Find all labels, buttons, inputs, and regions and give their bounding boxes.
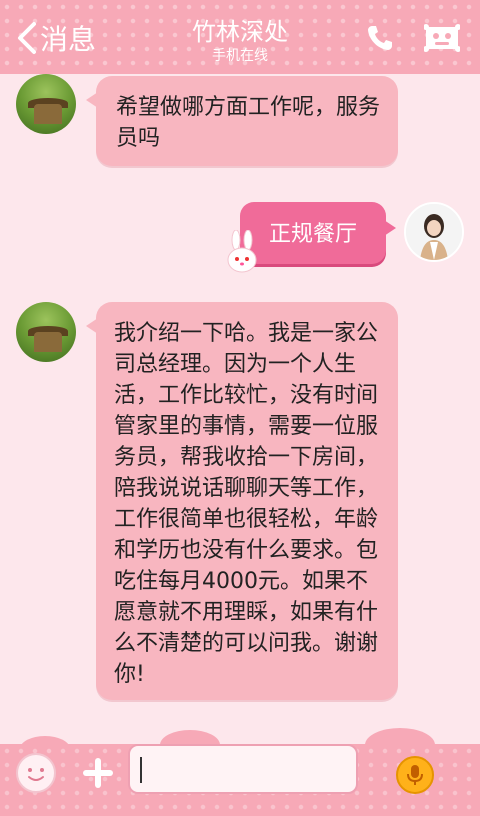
message-input[interactable]: [128, 744, 358, 794]
emoji-button[interactable]: [16, 753, 56, 793]
online-status: 手机在线: [212, 48, 268, 64]
message-text: 希望做哪方面工作呢，服务员吗: [116, 95, 381, 151]
profile-button[interactable]: [422, 18, 462, 58]
message-bubble[interactable]: 希望做哪方面工作呢，服务员吗: [86, 76, 398, 166]
text-caret: [140, 757, 142, 783]
chat-header: 消息 竹林深处 手机在线: [0, 0, 480, 74]
user-avatar[interactable]: [404, 202, 464, 262]
user-photo-icon: [406, 204, 462, 260]
microphone-icon: [407, 765, 423, 785]
profile-card-icon: [424, 24, 460, 52]
contact-avatar[interactable]: [16, 74, 76, 134]
bunny-sticker-icon: [227, 230, 257, 273]
message-text: 正规餐厅: [268, 222, 357, 247]
plus-icon: [83, 758, 113, 788]
emoji-icon: [28, 768, 44, 781]
message-text: 我介绍一下哈。我是一家公司总经理。因为一个人生活，工作比较忙，没有时间管家里的事…: [114, 321, 379, 687]
contact-name: 竹林深处: [192, 18, 288, 46]
contact-avatar[interactable]: [16, 302, 76, 362]
phone-icon: [368, 26, 392, 50]
message-bubble-self[interactable]: 正规餐厅: [240, 202, 396, 264]
call-button[interactable]: [360, 18, 400, 58]
input-bar: [0, 722, 480, 816]
more-button[interactable]: [80, 755, 116, 791]
voice-button[interactable]: [396, 756, 434, 794]
message-bubble[interactable]: 我介绍一下哈。我是一家公司总经理。因为一个人生活，工作比较忙，没有时间管家里的事…: [86, 302, 398, 700]
